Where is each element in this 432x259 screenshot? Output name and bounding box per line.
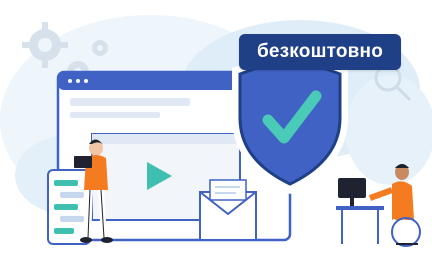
free-badge: безкоштовно bbox=[239, 34, 401, 70]
desk-workstation bbox=[336, 178, 384, 244]
phone-with-chat bbox=[47, 169, 91, 245]
